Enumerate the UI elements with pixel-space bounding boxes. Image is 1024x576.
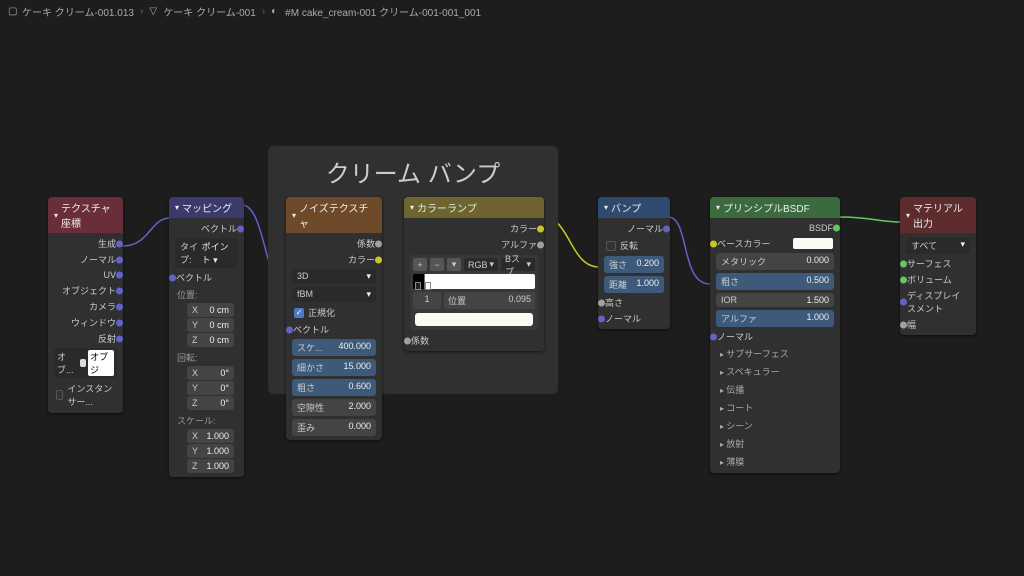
panel-coat[interactable]: コート: [714, 399, 836, 416]
node-header[interactable]: ▾ノイズテクスチャ: [286, 197, 382, 233]
output-normal[interactable]: ノーマル: [602, 221, 666, 236]
breadcrumb-object[interactable]: ▢ケーキ クリーム-001.013: [8, 4, 134, 19]
ramp-position[interactable]: 位置0.095: [444, 292, 535, 309]
output-reflection[interactable]: 反射: [52, 331, 119, 346]
output-window[interactable]: ウィンドウ: [52, 315, 119, 330]
input-vector[interactable]: ベクトル: [290, 322, 378, 337]
ramp-widget[interactable]: + − ▾ RGB▾ Bスプ...▾ 1 位置0.095: [410, 255, 538, 330]
output-vector[interactable]: ベクトル: [173, 221, 240, 236]
distance-field[interactable]: 距離1.000: [604, 276, 664, 293]
input-normal[interactable]: ノーマル: [714, 329, 836, 344]
breadcrumb-material[interactable]: ◐#M cake_cream-001 クリーム-001-001_001: [271, 4, 481, 19]
input-vector[interactable]: ベクトル: [173, 270, 240, 285]
roughness-field[interactable]: 粗さ0.500: [716, 273, 834, 290]
output-bsdf[interactable]: BSDF: [714, 221, 836, 235]
strength-field[interactable]: 強さ0.200: [604, 256, 664, 273]
ramp-gradient[interactable]: [413, 274, 535, 289]
output-color[interactable]: カラー: [408, 221, 540, 236]
scale-field[interactable]: スケ...400.000: [292, 339, 376, 356]
type-select[interactable]: タイプ:ポイント ▾: [175, 238, 238, 268]
node-header[interactable]: ▾マッピング: [169, 197, 244, 218]
node-canvas[interactable]: クリーム バンプ ▾テクスチャ座標 生成 ノーマル UV オブジェクト カメラ …: [0, 22, 1024, 576]
invert-checkbox[interactable]: 反転: [602, 237, 666, 254]
input-normal[interactable]: ノーマル: [602, 311, 666, 326]
node-header[interactable]: ▾マテリアル出力: [900, 197, 976, 233]
input-volume[interactable]: ボリューム: [904, 272, 972, 287]
ramp-add[interactable]: +: [413, 258, 427, 271]
node-header[interactable]: ▾テクスチャ座標: [48, 197, 123, 233]
scale-z[interactable]: Z1.000: [187, 459, 234, 473]
ramp-remove[interactable]: −: [430, 258, 444, 271]
breadcrumb: ▢ケーキ クリーム-001.013 › ▽ケーキ クリーム-001 › ◐#M …: [0, 0, 1024, 22]
breadcrumb-mesh[interactable]: ▽ケーキ クリーム-001: [149, 4, 256, 19]
dim-select[interactable]: 3D▾: [292, 269, 376, 284]
panel-specular[interactable]: スペキュラー: [714, 363, 836, 380]
node-header[interactable]: ▾プリンシプルBSDF: [710, 197, 840, 218]
panel-thinfilm[interactable]: 薄膜: [714, 453, 836, 470]
loc-z[interactable]: Z0 cm: [187, 333, 234, 347]
detail-field[interactable]: 細かさ15.000: [292, 359, 376, 376]
scale-y[interactable]: Y1.000: [187, 444, 234, 458]
breadcrumb-sep: ›: [262, 6, 265, 17]
ramp-interp1[interactable]: RGB▾: [464, 258, 498, 271]
rot-y[interactable]: Y0°: [187, 381, 234, 395]
breadcrumb-sep: ›: [140, 6, 143, 17]
node-mapping[interactable]: ▾マッピング ベクトル タイプ:ポイント ▾ ベクトル 位置: X0 cm Y0…: [169, 197, 244, 477]
loc-y[interactable]: Y0 cm: [187, 318, 234, 332]
input-thickness[interactable]: 幅: [904, 317, 972, 332]
ramp-index[interactable]: 1: [413, 292, 441, 309]
metallic-field[interactable]: メタリック0.000: [716, 253, 834, 270]
output-normal[interactable]: ノーマル: [52, 252, 119, 267]
node-material-output[interactable]: ▾マテリアル出力 すべて▾ サーフェス ボリューム ディスプレイスメント 幅: [900, 197, 976, 335]
node-noise-texture[interactable]: ▾ノイズテクスチャ 係数 カラー 3D▾ fBM▾ ✓正規化 ベクトル スケ..…: [286, 197, 382, 440]
ramp-menu[interactable]: ▾: [447, 258, 461, 271]
output-fac[interactable]: 係数: [290, 236, 378, 251]
rotation-label: 回転:: [173, 349, 240, 364]
target-select[interactable]: すべて▾: [906, 237, 970, 254]
input-surface[interactable]: サーフェス: [904, 256, 972, 271]
input-height[interactable]: 高さ: [602, 295, 666, 310]
lacunarity-field[interactable]: 空隙性2.000: [292, 399, 376, 416]
alpha-field[interactable]: アルファ1.000: [716, 310, 834, 327]
distortion-field[interactable]: 歪み0.000: [292, 419, 376, 436]
ramp-interp2[interactable]: Bスプ...▾: [501, 258, 535, 271]
node-header[interactable]: ▾カラーランプ: [404, 197, 544, 218]
scale-x[interactable]: X1.000: [187, 429, 234, 443]
normalize-checkbox[interactable]: ✓正規化: [290, 304, 378, 321]
frame-title: クリーム バンプ: [274, 154, 552, 189]
node-header[interactable]: ▾バンプ: [598, 197, 670, 218]
output-alpha[interactable]: アルファ: [408, 237, 540, 252]
node-principled-bsdf[interactable]: ▾プリンシプルBSDF BSDF ベースカラー メタリック0.000 粗さ0.5…: [710, 197, 840, 473]
object-picker[interactable]: オブ...オブジ: [54, 348, 117, 378]
rot-z[interactable]: Z0°: [187, 396, 234, 410]
instancer-checkbox[interactable]: インスタンサー...: [52, 380, 119, 410]
rot-x[interactable]: X0°: [187, 366, 234, 380]
panel-subsurface[interactable]: サブサーフェス: [714, 345, 836, 362]
node-bump[interactable]: ▾バンプ ノーマル 反転 強さ0.200 距離1.000 高さ ノーマル: [598, 197, 670, 329]
roughness-field[interactable]: 粗さ0.600: [292, 379, 376, 396]
loc-x[interactable]: X0 cm: [187, 303, 234, 317]
node-texture-coordinate[interactable]: ▾テクスチャ座標 生成 ノーマル UV オブジェクト カメラ ウィンドウ 反射 …: [48, 197, 123, 413]
output-uv[interactable]: UV: [52, 268, 119, 282]
output-generated[interactable]: 生成: [52, 236, 119, 251]
output-object[interactable]: オブジェクト: [52, 283, 119, 298]
panel-emission[interactable]: 放射: [714, 435, 836, 452]
input-base-color[interactable]: ベースカラー: [714, 236, 836, 251]
input-displacement[interactable]: ディスプレイスメント: [904, 288, 972, 316]
node-color-ramp[interactable]: ▾カラーランプ カラー アルファ + − ▾ RGB▾ Bスプ...▾ 1 位: [404, 197, 544, 351]
ramp-color[interactable]: [415, 313, 533, 326]
scale-label: スケール:: [173, 412, 240, 427]
location-label: 位置:: [173, 286, 240, 301]
type-select[interactable]: fBM▾: [292, 287, 376, 302]
ior-field[interactable]: IOR1.500: [716, 293, 834, 307]
output-camera[interactable]: カメラ: [52, 299, 119, 314]
panel-transmission[interactable]: 伝播: [714, 381, 836, 398]
output-color[interactable]: カラー: [290, 252, 378, 267]
panel-sheen[interactable]: シーン: [714, 417, 836, 434]
input-fac[interactable]: 係数: [408, 333, 540, 348]
